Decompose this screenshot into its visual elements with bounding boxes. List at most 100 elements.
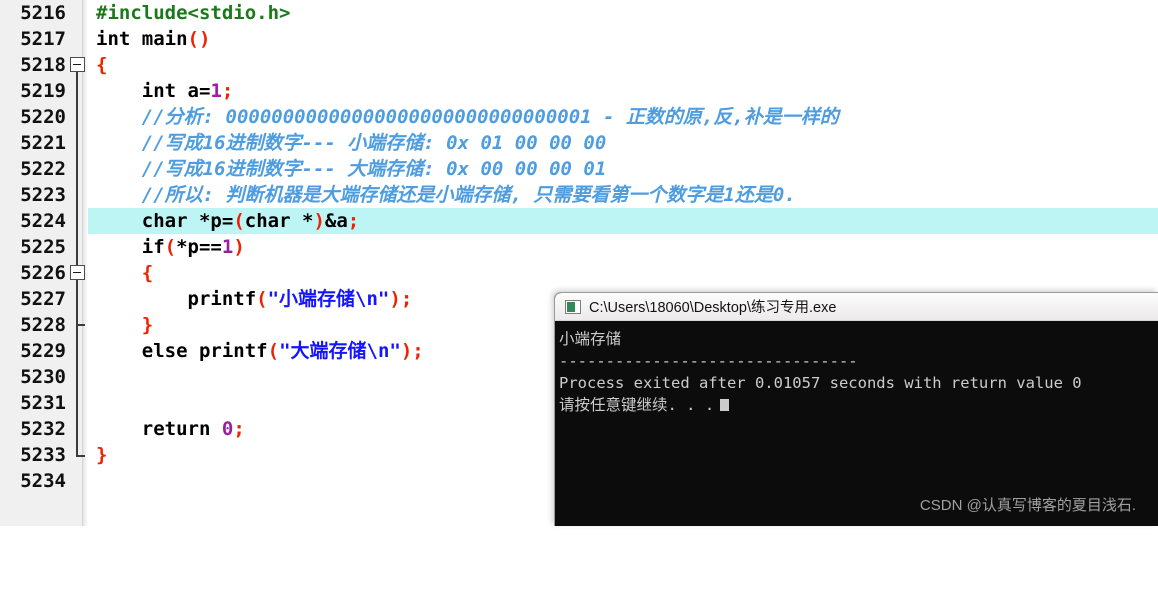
fold-marker[interactable] bbox=[68, 416, 86, 442]
token-semicolon: ; bbox=[233, 418, 245, 440]
token-comment: //写成16进制数字--- 大端存储: 0x 00 00 00 01 bbox=[141, 158, 607, 180]
line-number: 5221 bbox=[20, 132, 66, 154]
token-brace-open: { bbox=[96, 54, 108, 76]
line-number: 5232 bbox=[20, 418, 66, 440]
fold-marker[interactable] bbox=[68, 338, 86, 364]
line-number: 5223 bbox=[20, 184, 66, 206]
token-func-printf: printf bbox=[187, 288, 257, 310]
code-line[interactable]: 5225 if(*p==1) bbox=[0, 234, 1158, 260]
code-text: { bbox=[96, 52, 107, 78]
line-number: 5225 bbox=[20, 236, 66, 258]
fold-marker[interactable] bbox=[68, 234, 86, 260]
line-number: 5216 bbox=[20, 2, 66, 24]
code-line[interactable]: 5218 { bbox=[0, 52, 1158, 78]
line-number: 5233 bbox=[20, 444, 66, 466]
token-paren-open: ( bbox=[267, 340, 280, 362]
code-line[interactable]: 5220 //分析: 00000000000000000000000000000… bbox=[0, 104, 1158, 130]
fold-marker[interactable] bbox=[68, 0, 86, 26]
code-line[interactable]: 5226 { bbox=[0, 260, 1158, 286]
token-pointer-decl: *p= bbox=[198, 210, 234, 232]
fold-marker[interactable] bbox=[68, 390, 86, 416]
fold-marker[interactable] bbox=[68, 182, 86, 208]
console-window[interactable]: C:\Users\18060\Desktop\练习专用.exe 小端存储 ---… bbox=[554, 292, 1158, 526]
code-text: int a=1; bbox=[96, 78, 234, 104]
fold-marker[interactable] bbox=[68, 130, 86, 156]
fold-toggle-icon[interactable] bbox=[68, 52, 86, 78]
fold-marker[interactable] bbox=[68, 312, 86, 338]
token-paren-open: ( bbox=[164, 236, 177, 258]
token-star: * bbox=[301, 210, 314, 232]
code-text: #include<stdio.h> bbox=[96, 0, 290, 26]
fold-marker[interactable] bbox=[68, 26, 86, 52]
token-keyword-char: char bbox=[141, 210, 188, 232]
code-text: if(*p==1) bbox=[96, 234, 245, 260]
fold-marker[interactable] bbox=[68, 286, 86, 312]
token-paren-close: ) bbox=[389, 288, 401, 310]
code-line[interactable]: 5216 #include<stdio.h> bbox=[0, 0, 1158, 26]
token-paren-open: ( bbox=[256, 288, 268, 310]
token-semicolon: ; bbox=[400, 288, 413, 310]
console-titlebar[interactable]: C:\Users\18060\Desktop\练习专用.exe bbox=[555, 293, 1158, 321]
console-title: C:\Users\18060\Desktop\练习专用.exe bbox=[589, 300, 837, 316]
line-number: 5224 bbox=[20, 210, 66, 232]
fold-marker[interactable] bbox=[68, 442, 86, 468]
token-func-printf: printf bbox=[198, 340, 268, 362]
token-semicolon: ; bbox=[347, 210, 360, 232]
token-paren-close: ) bbox=[400, 340, 413, 362]
line-number: 5227 bbox=[20, 288, 66, 310]
token-ident-main: main bbox=[141, 28, 188, 50]
line-number: 5229 bbox=[20, 340, 66, 362]
code-line[interactable]: 5223 //所以: 判断机器是大端存储还是小端存储, 只需要看第一个数字是1还… bbox=[0, 182, 1158, 208]
token-number: 1 bbox=[221, 236, 234, 258]
line-number: 5230 bbox=[20, 366, 66, 388]
fold-marker[interactable] bbox=[68, 364, 86, 390]
token-ident-a: a= bbox=[187, 80, 211, 102]
code-line[interactable]: 5219 int a=1; bbox=[0, 78, 1158, 104]
token-paren-close: ) bbox=[233, 236, 245, 258]
token-keyword-int: int bbox=[96, 28, 131, 50]
fold-toggle-icon[interactable] bbox=[68, 260, 86, 286]
code-line[interactable]: 5217 int main() bbox=[0, 26, 1158, 52]
fold-marker[interactable] bbox=[68, 104, 86, 130]
console-prompt-text: 请按任意键继续. . . bbox=[559, 396, 715, 414]
token-number: 0 bbox=[221, 418, 234, 440]
token-string: "小端存储\n" bbox=[267, 288, 390, 310]
fold-marker[interactable] bbox=[68, 78, 86, 104]
token-string: "大端存储\n" bbox=[279, 340, 401, 362]
fold-marker[interactable] bbox=[68, 156, 86, 182]
code-line[interactable]: 5221 //写成16进制数字--- 小端存储: 0x 01 00 00 00 bbox=[0, 130, 1158, 156]
token-expression: *p== bbox=[176, 236, 222, 258]
code-line-highlighted[interactable]: 5224 char *p=(char *)&a; bbox=[0, 208, 1158, 234]
fold-marker[interactable] bbox=[68, 468, 86, 494]
token-semicolon: ; bbox=[412, 340, 424, 362]
token-keyword-int: int bbox=[141, 80, 177, 102]
code-text: int main() bbox=[96, 26, 210, 52]
code-line[interactable]: 5222 //写成16进制数字--- 大端存储: 0x 00 00 00 01 bbox=[0, 156, 1158, 182]
token-comment: //所以: 判断机器是大端存储还是小端存储, 只需要看第一个数字是1还是0. bbox=[141, 184, 796, 206]
console-output-line: 小端存储 bbox=[559, 330, 622, 348]
code-text: char *p=(char *)&a; bbox=[96, 208, 360, 234]
console-output-area[interactable]: 小端存储 -------------------------------- Pr… bbox=[555, 321, 1158, 526]
token-comment: //分析: 00000000000000000000000000000001 -… bbox=[141, 106, 839, 128]
console-prompt-line: 请按任意键继续. . . bbox=[559, 394, 1158, 416]
token-keyword-else: else bbox=[141, 340, 188, 362]
fold-marker[interactable] bbox=[68, 208, 86, 234]
code-text: //所以: 判断机器是大端存储还是小端存储, 只需要看第一个数字是1还是0. bbox=[96, 182, 796, 208]
token-address-of: &a bbox=[324, 210, 348, 232]
code-text: { bbox=[96, 260, 153, 286]
token-number: 1 bbox=[210, 80, 222, 102]
token-brace-close: } bbox=[96, 444, 108, 466]
token-keyword-char: char bbox=[244, 210, 291, 232]
token-comment: //写成16进制数字--- 小端存储: 0x 01 00 00 00 bbox=[141, 132, 607, 154]
token-brace-open: { bbox=[141, 262, 154, 284]
token-paren-close: ) bbox=[313, 210, 325, 232]
console-exit-status-line: Process exited after 0.01057 seconds wit… bbox=[559, 374, 1082, 392]
line-number: 5219 bbox=[20, 80, 66, 102]
token-parens: () bbox=[187, 28, 211, 50]
code-text: else printf("大端存储\n"); bbox=[96, 338, 424, 364]
token-brace-close: } bbox=[141, 314, 154, 336]
code-text: return 0; bbox=[96, 416, 245, 442]
code-text: //分析: 00000000000000000000000000000001 -… bbox=[96, 104, 839, 130]
line-number: 5222 bbox=[20, 158, 66, 180]
token-paren-open: ( bbox=[233, 210, 245, 232]
